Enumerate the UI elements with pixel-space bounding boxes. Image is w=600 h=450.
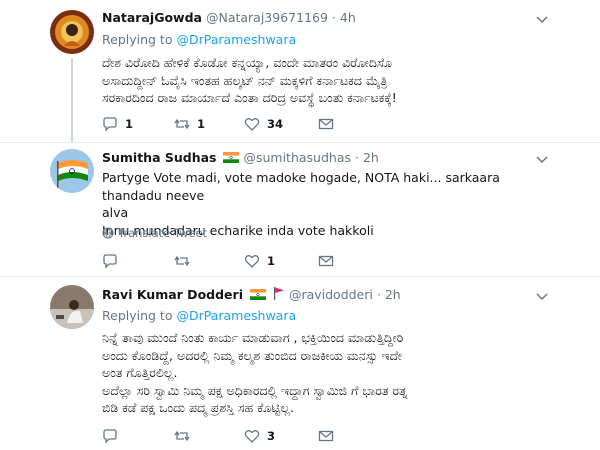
reply-button[interactable] xyxy=(102,253,125,269)
tweet-actions: 1 1 34 xyxy=(102,116,502,132)
retweet-button[interactable] xyxy=(174,253,197,269)
translate-tweet-link[interactable]: Translate Tweet xyxy=(102,226,207,240)
envelope-icon xyxy=(318,255,334,267)
tweet-line: ಅಂದು ಕೊಂಡಿದ್ದೆ, ಅದರಲ್ಲಿ ನಿಮ್ಮ ಕಲ್ಮಶ ತುಂಬ… xyxy=(102,347,402,363)
retweet-button[interactable] xyxy=(174,428,197,444)
replying-to-link[interactable]: @DrParameshwara xyxy=(176,32,296,47)
tweet-text: ದೇಶ ವಿರೋದಿ ಹೇಳಿಕೆ ಕೊಡೋ ಕನ್ನಯ್ಯಾ, ವಂದೇ ಮಾ… xyxy=(102,54,542,107)
timestamp[interactable]: 4h xyxy=(340,10,356,25)
like-count: 3 xyxy=(267,429,276,443)
tweet-text: ನಿನ್ನೆ ತಾವು ಮುಂದೆ ನಿಂತು ಕಾರ್ಯ ಮಾಡುವಾಗ , … xyxy=(102,329,542,417)
tweet-header: Ravi Kumar Dodderi @ravidodderi · 2h xyxy=(102,287,401,302)
tweet-line: ಅದೆಲ್ಲಾ ಸರಿ ಸ್ವಾಮಿ ನಿಮ್ಮ ಪಕ್ಷ ಅಧಿಕಾರದಲ್ಲ… xyxy=(102,382,408,398)
reply-icon xyxy=(103,117,117,132)
replying-prefix: Replying to xyxy=(102,32,177,47)
like-count: 1 xyxy=(267,254,276,268)
retweet-icon xyxy=(174,118,190,130)
replying-to: Replying to @DrParameshwara xyxy=(102,32,296,47)
heart-icon xyxy=(244,118,260,131)
chevron-down-icon[interactable] xyxy=(535,12,549,26)
tweet-nataraj[interactable]: NatarajGowda @Nataraj39671169 · 4h Reply… xyxy=(0,0,600,142)
retweet-count: 1 xyxy=(197,117,206,131)
author-handle[interactable]: @Nataraj39671169 xyxy=(206,10,328,25)
replying-to: Replying to @DrParameshwara xyxy=(102,308,296,323)
envelope-icon xyxy=(318,118,334,130)
replying-prefix: Replying to xyxy=(102,308,177,323)
retweet-icon xyxy=(174,430,190,442)
author-name[interactable]: NatarajGowda xyxy=(102,10,202,25)
india-flag-icon xyxy=(249,289,266,300)
globe-icon xyxy=(102,227,114,239)
dm-button[interactable] xyxy=(318,116,334,132)
tweet-ravi[interactable]: Ravi Kumar Dodderi @ravidodderi · 2h Rep… xyxy=(0,277,600,450)
tweet-actions: 1 xyxy=(102,253,502,269)
like-count: 34 xyxy=(267,117,284,131)
tweet-line: Partyge Vote madi, vote madoke hogade, N… xyxy=(102,170,500,203)
reply-button[interactable]: 1 xyxy=(102,116,133,132)
like-button[interactable]: 1 xyxy=(244,253,275,269)
separator: · xyxy=(376,287,381,302)
tweet-line: ದೇಶ ವಿರೋದಿ ಹೇಳಿಕೆ ಕೊಡೋ ಕನ್ನಯ್ಯಾ, ವಂದೇ ಮಾ… xyxy=(102,55,393,70)
dm-button[interactable] xyxy=(318,428,334,444)
heart-icon xyxy=(244,255,260,268)
tweet-header: Sumitha Sudhas @sumithasudhas · 2h xyxy=(102,150,379,165)
reply-button[interactable] xyxy=(102,428,125,444)
reply-icon xyxy=(103,429,117,444)
reply-count: 1 xyxy=(125,117,134,131)
tweet-line: ಅಂತ ಗೊತ್ತಿರಲಿಲ್ಲ. xyxy=(102,365,178,380)
author-handle[interactable]: @ravidodderi xyxy=(289,287,373,302)
timestamp[interactable]: 2h xyxy=(363,150,379,165)
thread-line xyxy=(71,58,73,142)
dm-button[interactable] xyxy=(318,253,334,269)
tweet-line: ನಿನ್ನೆ ತಾವು ಮುಂದೆ ನಿಂತು ಕಾರ್ಯ ಮಾಡುವಾಗ , … xyxy=(102,330,404,345)
retweet-icon xyxy=(174,255,190,267)
translate-label: Translate Tweet xyxy=(118,226,208,240)
chevron-down-icon[interactable] xyxy=(535,289,549,303)
tweet-line: ಸರಕಾರದಿಂದ ರಾಜ ಮಾರ್ಯಾದೆ ಎಂತಾ ದರಿದ್ರ ಅವಸ್ಥ… xyxy=(102,90,397,105)
tweet-header: NatarajGowda @Nataraj39671169 · 4h xyxy=(102,10,356,25)
author-handle[interactable]: @sumithasudhas xyxy=(243,150,351,165)
avatar[interactable] xyxy=(50,149,94,193)
tweet-line: ಅಸಾದುದ್ದೀನ್ ಓವೈಸಿ ಇಂತಹ ಹಲ್ಕಟ್ ನನ್ ಮಕ್ಕಳಿ… xyxy=(102,72,388,88)
reply-icon xyxy=(103,254,117,269)
red-flag-icon xyxy=(273,287,284,300)
replying-to-link[interactable]: @DrParameshwara xyxy=(176,308,296,323)
author-name[interactable]: Sumitha Sudhas xyxy=(102,150,217,165)
like-button[interactable]: 34 xyxy=(244,116,283,132)
retweet-button[interactable]: 1 xyxy=(174,116,205,132)
like-button[interactable]: 3 xyxy=(244,428,275,444)
avatar[interactable] xyxy=(50,10,94,54)
heart-icon xyxy=(244,430,260,443)
tweet-sumitha[interactable]: Sumitha Sudhas @sumithasudhas · 2h Party… xyxy=(0,143,600,273)
tweet-actions: 3 xyxy=(102,428,502,444)
separator: · xyxy=(331,10,336,25)
timestamp[interactable]: 2h xyxy=(385,287,401,302)
india-flag-icon xyxy=(223,152,240,163)
envelope-icon xyxy=(318,430,334,442)
author-name[interactable]: Ravi Kumar Dodderi xyxy=(102,287,243,302)
separator: · xyxy=(355,150,359,165)
tweet-line: ಬಿಡಿ ಕಡೆ ಪಕ್ಷ ಒಂದು ಪದ್ಮ ಪ್ರಶಸ್ತಿ ಸಹ ಕೊಟ್… xyxy=(102,400,294,415)
chevron-down-icon[interactable] xyxy=(535,152,549,166)
avatar[interactable] xyxy=(50,285,94,329)
tweet-line: alva xyxy=(102,205,129,220)
